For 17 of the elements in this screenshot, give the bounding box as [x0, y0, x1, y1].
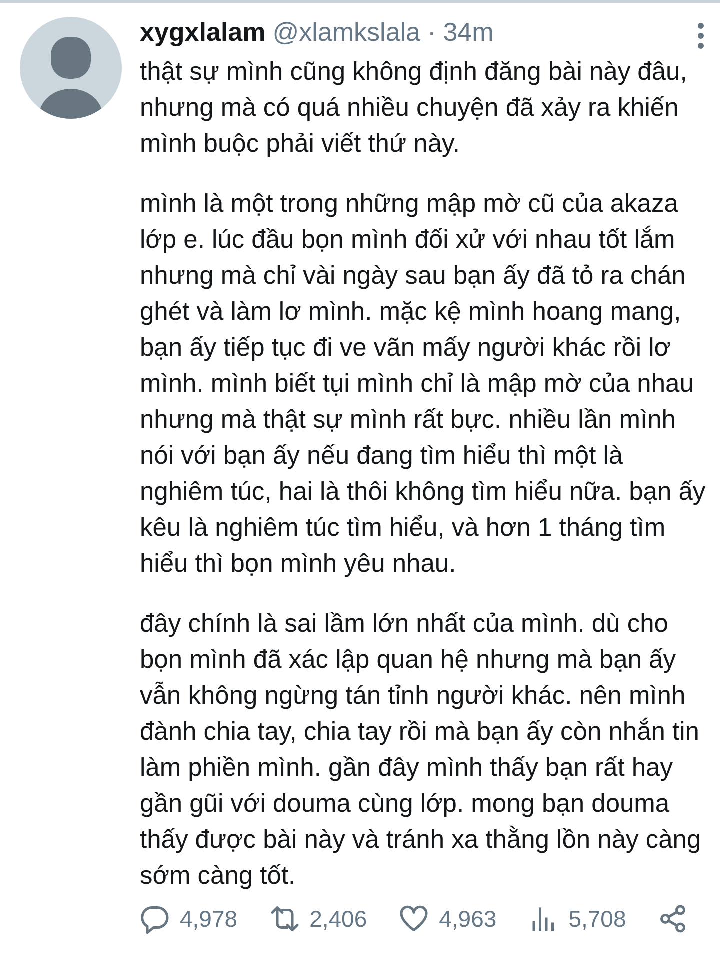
tweet-paragraph: thật sự mình cũng không định đăng bài này đâu, nhưng mà có quá nhiều chuyện đã xảy ra khiến mình buộc phải viết thứ này.: [140, 57, 688, 160]
tweet-paragraph: đây chính là sai lầm lớn nhất của mình. dù cho bọn mình đã xác lập quan hệ nhưng mà bạn ấy vẫn không ngừng tán tỉnh người khác. nên mình đành chia tay, chia tay rồi mà bạn ấy còn nhắn tin làm phiền mình. gần đây mình thấy bạn rất hay gần gũi với douma cùng lớp. mong bạn douma thấy được bài này và tránh xa thằng lồn này càng sớm càng tốt.: [140, 609, 702, 892]
separator-dot: ·: [428, 17, 436, 48]
user-handle[interactable]: @xlamkslala: [272, 17, 421, 48]
action-count: 2,406: [310, 906, 368, 932]
speech-bubble-icon[interactable]: [140, 904, 170, 934]
heart-icon[interactable]: [399, 904, 430, 934]
more-options-icon[interactable]: [696, 22, 706, 48]
retweet-icon[interactable]: [270, 904, 300, 934]
action-count: 5,708: [568, 906, 626, 932]
action-count: 4,963: [439, 906, 497, 932]
timestamp: 34m: [443, 17, 494, 48]
tweet-paragraph: mình là một trong những mập mờ cũ của akaza lớp e. lúc đầu bọn mình đối xử với nhau tốt lắm nhưng mà chỉ vài ngày sau bạn ấy đã tỏ ra chán ghét và làm lơ mình. mặc kệ mình hoang mang, bạn ấy tiếp tục đi ve vãn mấy người khác rồi lơ mình. mình biết tụi mình chỉ là mập mờ của nhau nhưng mà thật sự mình rất bực. nhiều lần mình nói với bạn ấy nếu đang tìm hiểu thì một là nghiêm túc, hai là thôi không tìm hiểu nữa. bạn ấy kêu là nghiêm túc tìm hiểu, và hơn 1 tháng tìm hiểu thì bọn mình yêu nhau.: [140, 189, 706, 580]
action-count: 4,978: [180, 906, 238, 932]
avatar[interactable]: [20, 17, 122, 119]
share-icon[interactable]: [658, 904, 688, 934]
display-name[interactable]: xygxlalam: [140, 17, 266, 48]
